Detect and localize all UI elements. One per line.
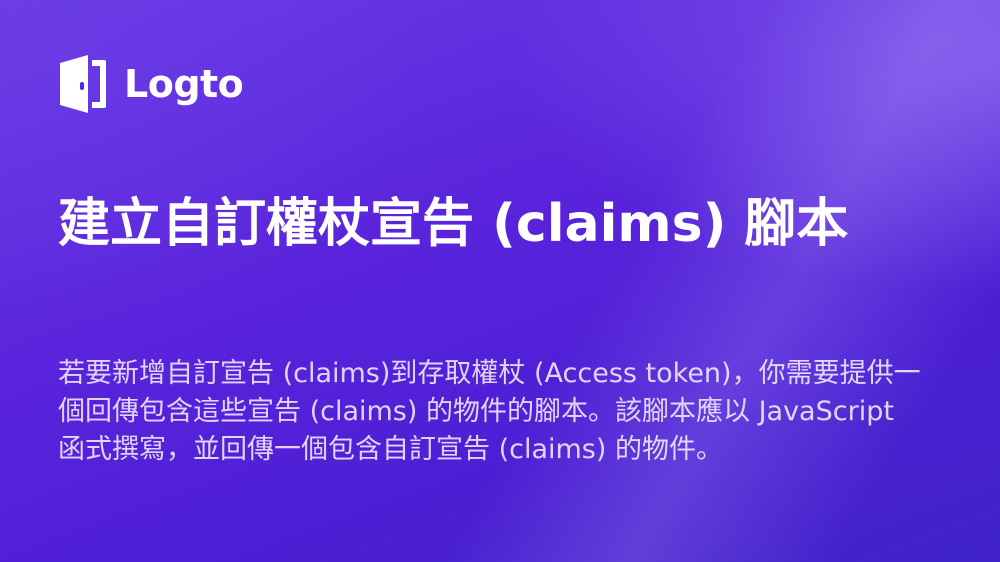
page-title: 建立自訂權杖宣告 (claims) 腳本 xyxy=(58,194,849,254)
page-description: 若要新增自訂宣告 (claims)到存取權杖 (Access token)，你需… xyxy=(58,358,921,465)
brand-logo: Logto xyxy=(58,54,244,114)
card-content: Logto 建立自訂權杖宣告 (claims) 腳本 若要新增自訂宣告 (cla… xyxy=(58,0,938,562)
logto-door-icon xyxy=(58,54,108,114)
brand-name: Logto xyxy=(124,62,244,106)
